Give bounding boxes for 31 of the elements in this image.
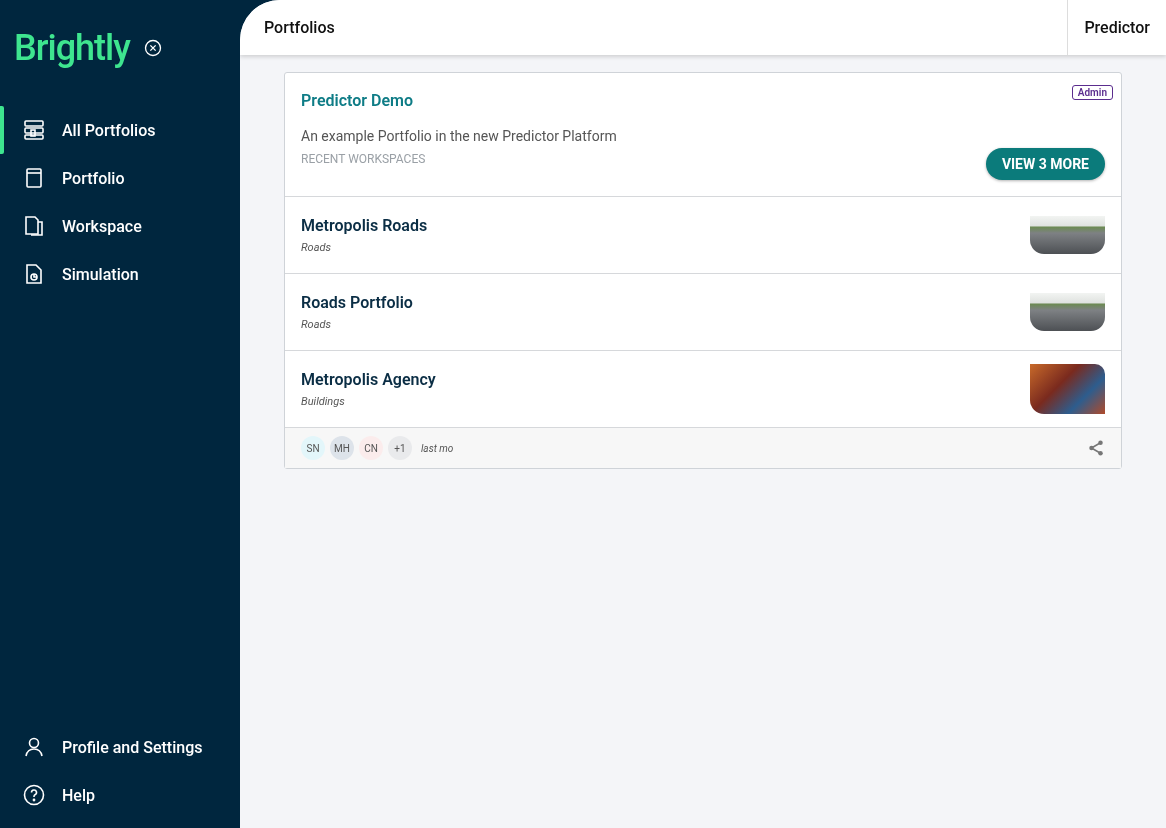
workspace-type: Roads: [301, 318, 332, 331]
updated-time: last mo: [421, 442, 455, 454]
avatar: MH: [330, 436, 354, 460]
nav-item[interactable]: Profile and Settings: [0, 723, 240, 771]
nav-item[interactable]: All Portfolios: [0, 106, 240, 154]
page-title: Portfolios: [263, 18, 336, 37]
app-name: Predictor: [1067, 0, 1166, 55]
share-icon[interactable]: [1087, 439, 1105, 457]
close-icon[interactable]: [143, 39, 162, 57]
nav-item[interactable]: Workspace: [0, 202, 240, 250]
view-more-button[interactable]: VIEW 3 MORE: [985, 148, 1105, 180]
avatar: +1: [388, 436, 412, 460]
avatar: CN: [359, 436, 383, 460]
workspace-type: Roads: [301, 241, 332, 254]
nav-item[interactable]: Simulation: [0, 250, 240, 298]
portfolio-description: An example Portfolio in the new Predictor Platform: [301, 128, 618, 144]
section-label: RECENT WORKSPACES: [301, 152, 426, 166]
help-icon: [22, 783, 46, 807]
role-badge: Admin: [1071, 85, 1113, 100]
avatar: SN: [301, 436, 325, 460]
workspace-type: Buildings: [301, 395, 346, 408]
workspace-name[interactable]: Roads Portfolio: [301, 293, 1030, 312]
logo: Brightly: [14, 30, 130, 66]
workspace-name[interactable]: Metropolis Roads: [301, 216, 1030, 235]
pages-icon: [22, 214, 46, 238]
person-icon: [22, 735, 46, 759]
workspace-name[interactable]: Metropolis Agency: [301, 370, 1030, 389]
portfolio-title[interactable]: Predictor Demo: [301, 91, 413, 110]
nav-item[interactable]: Portfolio: [0, 154, 240, 202]
nav-item[interactable]: Help: [0, 771, 240, 819]
stack-icon: [22, 118, 46, 142]
